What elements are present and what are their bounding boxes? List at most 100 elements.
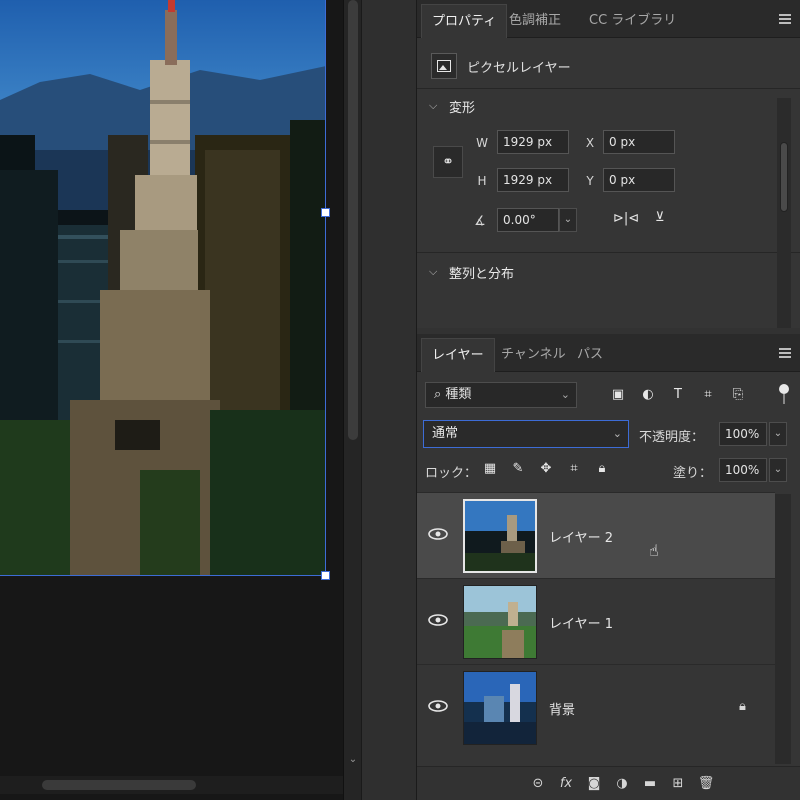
adjustment-filter-icon[interactable]: ◐ xyxy=(639,386,657,404)
tab-adjustments[interactable]: 色調補正 xyxy=(499,4,571,38)
lock-transparency-icon[interactable]: ▦ xyxy=(481,460,499,478)
new-layer-icon[interactable]: ⊞ xyxy=(669,775,687,793)
lock-all-icon[interactable]: 🔒︎ xyxy=(593,460,611,478)
link-dimensions-icon[interactable]: ⚭ xyxy=(433,146,463,178)
layers-tabbar: レイヤー チャンネル パス xyxy=(417,334,800,372)
chevron-down-icon: ⌵ xyxy=(429,99,438,112)
tab-channels[interactable]: チャンネル xyxy=(491,338,576,372)
search-icon: ⌕ xyxy=(434,387,446,402)
x-label: X xyxy=(585,136,595,150)
pixel-layer-icon xyxy=(431,53,457,79)
eye-icon[interactable] xyxy=(427,613,449,627)
angle-icon: ∡ xyxy=(474,214,486,229)
hand-cursor-icon: ☝ xyxy=(649,541,659,560)
lock-position-icon[interactable]: ✥ xyxy=(537,460,555,478)
eye-icon[interactable] xyxy=(427,527,449,541)
properties-menu-icon[interactable] xyxy=(779,14,791,24)
filter-toggle[interactable] xyxy=(779,384,789,404)
layer-kind-row: ピクセルレイヤー xyxy=(431,52,571,80)
document-canvas[interactable] xyxy=(0,0,343,800)
type-filter-icon[interactable]: T xyxy=(669,386,687,404)
lock-paint-icon[interactable]: ✎ xyxy=(509,460,527,478)
height-field[interactable]: 1929 px xyxy=(497,168,569,192)
lock-icon: 🔒︎ xyxy=(739,699,746,714)
layers-bottom-bar: ⊝ fx ◙ ◑ ▬ ⊞ 🗑︎ xyxy=(417,766,800,800)
chevron-down-icon: ⌵ xyxy=(429,265,438,278)
layer-filter-icons: ▣ ◐ T ⌗ ⎘ xyxy=(609,386,747,404)
image-filter-icon[interactable]: ▣ xyxy=(609,386,627,404)
tab-properties[interactable]: プロパティ xyxy=(421,4,508,38)
x-field[interactable]: 0 px xyxy=(603,130,675,154)
properties-body: ピクセルレイヤー ⌵ 変形 ⚭ W 1929 px X 0 px H 1929 … xyxy=(417,38,800,328)
horizontal-scroll-thumb[interactable] xyxy=(42,780,196,790)
layer-name: 背景 xyxy=(549,703,576,718)
transform-section-title: 変形 xyxy=(449,100,476,116)
height-label: H xyxy=(477,174,487,188)
canvas-image[interactable] xyxy=(0,0,326,576)
flip-vertical-icon[interactable]: ⊻ xyxy=(655,210,665,225)
tab-cc-libraries[interactable]: CC ライブラリ xyxy=(579,4,686,38)
angle-dropdown-icon[interactable]: ⌄ xyxy=(559,208,577,232)
scroll-down-arrow-icon[interactable]: ⌄ xyxy=(346,754,360,768)
transform-handle-bottom-right[interactable] xyxy=(321,571,330,580)
lock-icons: ▦ ✎ ✥ ⌗ 🔒︎ xyxy=(481,460,611,478)
fill-field[interactable]: 100% xyxy=(719,458,767,482)
align-section-title: 整列と分布 xyxy=(449,266,515,282)
divider xyxy=(417,252,800,253)
layers-body: ⌕ 種類 ⌄ ▣ ◐ T ⌗ ⎘ 通常 ⌄ 不透明度： 100% ⌄ ロック： … xyxy=(417,372,800,800)
properties-scroll-thumb[interactable] xyxy=(780,142,788,212)
chevron-down-icon: ⌄ xyxy=(612,427,622,440)
lock-label: ロック： xyxy=(425,466,478,481)
layers-menu-icon[interactable] xyxy=(779,348,791,358)
y-field[interactable]: 0 px xyxy=(603,168,675,192)
adjustment-icon[interactable]: ◑ xyxy=(613,775,631,793)
folder-icon[interactable]: ▬ xyxy=(641,775,659,793)
y-label: Y xyxy=(586,174,594,188)
flip-horizontal-icon[interactable]: ⊳|⊲ xyxy=(613,211,639,226)
width-label: W xyxy=(476,136,488,150)
fill-dropdown-icon[interactable]: ⌄ xyxy=(769,458,787,482)
layer-row-background[interactable]: 背景 🔒︎ xyxy=(417,664,775,750)
link-icon[interactable]: ⊝ xyxy=(529,775,547,793)
blend-mode-value: 通常 xyxy=(432,426,459,441)
fill-label: 塗り： xyxy=(673,466,713,481)
angle-field[interactable]: 0.00° xyxy=(497,208,559,232)
panel-dock-gap xyxy=(361,0,416,800)
layer-kind-label: ピクセルレイヤー xyxy=(467,60,571,76)
properties-tabbar: プロパティ 色調補正 CC ライブラリ xyxy=(417,0,800,38)
opacity-field[interactable]: 100% xyxy=(719,422,767,446)
layer-row-layer1[interactable]: レイヤー 1 xyxy=(417,578,775,664)
tab-layers[interactable]: レイヤー xyxy=(421,338,495,372)
vertical-scrollbar[interactable]: ⌄ xyxy=(343,0,361,800)
opacity-label: 不透明度： xyxy=(639,430,705,445)
shape-filter-icon[interactable]: ⌗ xyxy=(699,386,717,404)
blend-mode-select[interactable]: 通常 ⌄ xyxy=(423,420,629,448)
smart-object-filter-icon[interactable]: ⎘ xyxy=(729,386,747,404)
layers-scrollbar[interactable] xyxy=(775,494,791,764)
right-panel: プロパティ 色調補正 CC ライブラリ ピクセルレイヤー ⌵ 変形 ⚭ W 19… xyxy=(416,0,800,800)
properties-scrollbar[interactable] xyxy=(777,98,791,328)
fx-icon[interactable]: fx xyxy=(557,775,575,793)
chevron-down-icon: ⌄ xyxy=(560,388,570,401)
vertical-scroll-thumb[interactable] xyxy=(348,0,358,440)
eye-icon[interactable] xyxy=(427,699,449,713)
horizontal-scrollbar[interactable] xyxy=(0,776,343,794)
layer-name: レイヤー 2 xyxy=(549,531,614,546)
lock-artboard-icon[interactable]: ⌗ xyxy=(565,460,583,478)
divider xyxy=(417,88,800,89)
layer-thumbnail xyxy=(463,671,537,745)
layer-thumbnail xyxy=(463,585,537,659)
tab-paths[interactable]: パス xyxy=(567,338,613,372)
align-section-header[interactable]: ⌵ 整列と分布 xyxy=(429,262,514,282)
transform-handle-right[interactable] xyxy=(321,208,330,217)
mask-icon[interactable]: ◙ xyxy=(585,775,603,793)
transform-section-header[interactable]: ⌵ 変形 xyxy=(429,96,475,116)
width-field[interactable]: 1929 px xyxy=(497,130,569,154)
layer-row-layer2[interactable]: レイヤー 2 ☝ xyxy=(417,492,775,578)
opacity-dropdown-icon[interactable]: ⌄ xyxy=(769,422,787,446)
layer-thumbnail xyxy=(463,499,537,573)
layer-name: レイヤー 1 xyxy=(549,617,614,632)
layer-filter-value: 種類 xyxy=(445,387,472,402)
trash-icon[interactable]: 🗑︎ xyxy=(697,775,715,793)
layer-filter-select[interactable]: ⌕ 種類 ⌄ xyxy=(425,382,577,408)
